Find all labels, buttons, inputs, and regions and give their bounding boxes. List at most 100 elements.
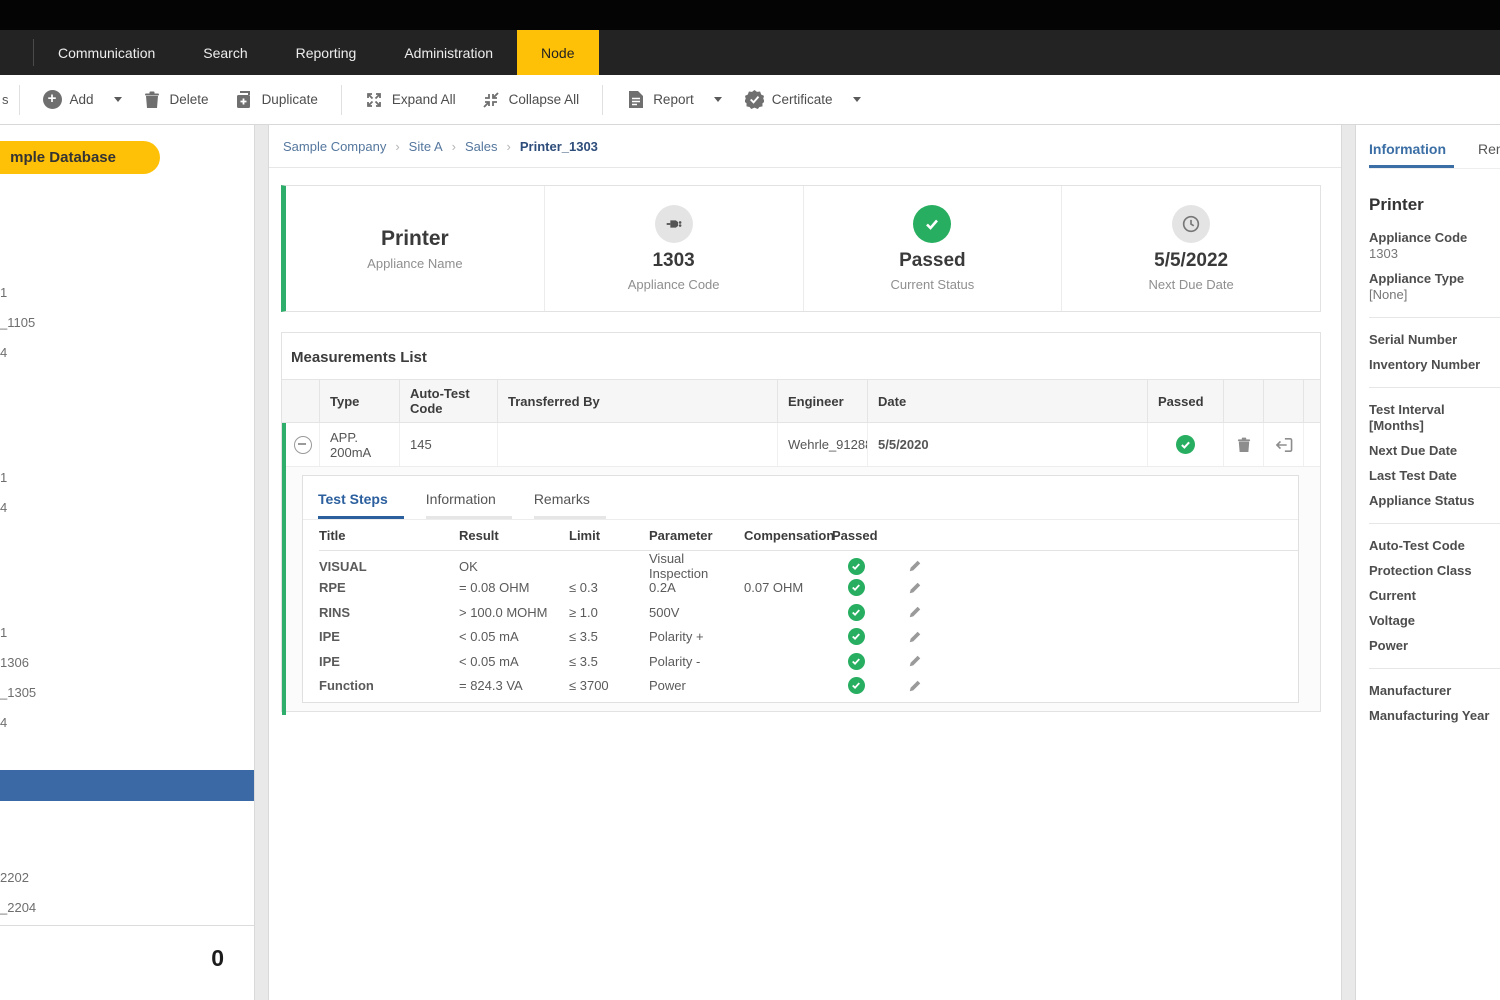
tree-item-selected[interactable]	[0, 770, 254, 801]
measurement-row[interactable]: APP. 200mA 145 Wehrle_91288 5/5/2020	[286, 423, 1320, 467]
nav-tab-communication[interactable]: Communication	[34, 30, 179, 75]
expanded-measurement-group: APP. 200mA 145 Wehrle_91288 5/5/2020 Tes…	[282, 423, 1320, 715]
duplicate-icon	[235, 90, 254, 109]
report-button[interactable]: Report	[613, 75, 707, 125]
edit-step-button[interactable]	[908, 630, 922, 644]
breadcrumb-link-site[interactable]: Site A	[409, 139, 443, 154]
edit-step-button[interactable]	[908, 605, 922, 619]
nav-tab-administration[interactable]: Administration	[380, 30, 517, 75]
tree-item[interactable]: _1105	[0, 315, 35, 330]
step-limit: ≤ 0.3	[569, 580, 649, 595]
col-passed: Passed	[832, 528, 880, 543]
test-steps-table: Title Result Limit Parameter Compensatio…	[303, 520, 1298, 698]
navigation-tree-panel: mple Database 1 _1105 4 1 4 1 1306 _1305…	[0, 125, 255, 1000]
collapse-row-icon[interactable]	[294, 436, 312, 454]
step-title: VISUAL	[319, 559, 459, 574]
tree-item[interactable]: 1	[0, 625, 7, 640]
plug-icon	[655, 205, 693, 243]
tab-test-steps[interactable]: Test Steps	[318, 484, 404, 519]
tree-item[interactable]: 4	[0, 500, 7, 515]
expand-all-button[interactable]: Expand All	[352, 75, 469, 125]
collapse-all-button[interactable]: Collapse All	[469, 75, 593, 125]
app-title-bar	[0, 0, 1500, 30]
side-panel-tabs: Information Remarks	[1369, 135, 1500, 169]
measurements-table-header: Type Auto-Test Code Transferred By Engin…	[282, 379, 1320, 423]
field-label: Power	[1369, 638, 1500, 654]
col-limit: Limit	[569, 528, 649, 543]
step-result: = 824.3 VA	[459, 678, 569, 693]
col-passed: Passed	[1148, 380, 1224, 422]
tree-item[interactable]: _1305	[0, 685, 36, 700]
summary-appliance-code: 1303 Appliance Code	[544, 186, 803, 311]
tree-root-database-pill[interactable]: mple Database	[0, 141, 160, 174]
tree-item[interactable]: 1306	[0, 655, 29, 670]
test-steps-header: Title Result Limit Parameter Compensatio…	[319, 520, 1298, 551]
measurement-auto-test-code: 145	[400, 423, 498, 466]
certificate-dropdown-caret-icon[interactable]	[853, 97, 861, 102]
breadcrumb-separator: ›	[507, 139, 511, 154]
summary-current-status: Passed Current Status	[803, 186, 1062, 311]
edit-step-button[interactable]	[908, 679, 922, 693]
certificate-button[interactable]: Certificate	[732, 75, 846, 125]
duplicate-button[interactable]: Duplicate	[222, 75, 331, 125]
tab-remarks[interactable]: Remarks	[534, 484, 606, 519]
step-compensation: 0.07 OHM	[744, 580, 832, 595]
breadcrumb-link-company[interactable]: Sample Company	[283, 139, 386, 154]
field-label: Manufacturing Year	[1369, 708, 1500, 724]
step-result: > 100.0 MOHM	[459, 605, 569, 620]
col-result: Result	[459, 528, 569, 543]
move-measurement-button[interactable]	[1275, 437, 1293, 453]
tree-footer-divider	[0, 925, 254, 926]
delete-button[interactable]: Delete	[130, 75, 222, 125]
edit-step-button[interactable]	[908, 654, 922, 668]
tree-item[interactable]: _2204	[0, 900, 36, 915]
add-button[interactable]: + Add	[30, 75, 107, 125]
tree-item[interactable]: 2202	[0, 870, 29, 885]
col-type: Type	[320, 380, 400, 422]
breadcrumb-link-sales[interactable]: Sales	[465, 139, 498, 154]
tab-information-side[interactable]: Information	[1369, 135, 1454, 168]
report-dropdown-caret-icon[interactable]	[714, 97, 722, 102]
tree-item[interactable]: 4	[0, 345, 7, 360]
edit-step-button[interactable]	[908, 559, 922, 573]
col-date: Date	[868, 380, 1148, 422]
nav-tab-reporting[interactable]: Reporting	[272, 30, 381, 75]
next-due-date-value: 5/5/2022	[1154, 250, 1228, 272]
step-passed-check-icon	[848, 653, 865, 670]
toolbar-divider	[602, 85, 603, 115]
nav-tab-node[interactable]: Node	[517, 30, 598, 75]
current-status-label: Current Status	[890, 277, 974, 292]
info-group: Serial Number Inventory Number	[1369, 332, 1500, 373]
add-dropdown-caret-icon[interactable]	[114, 97, 122, 102]
measurement-engineer: Wehrle_91288	[778, 423, 868, 466]
step-limit: ≥ 1.0	[569, 605, 649, 620]
delete-measurement-button[interactable]	[1237, 437, 1251, 453]
breadcrumb: Sample Company › Site A › Sales › Printe…	[269, 125, 1341, 168]
step-parameter: Polarity +	[649, 629, 744, 644]
field-value: [None]	[1369, 287, 1500, 303]
info-group: Manufacturer Manufacturing Year	[1369, 683, 1500, 724]
col-spacer	[1304, 380, 1324, 422]
collapse-all-label: Collapse All	[509, 92, 580, 107]
field-label: Inventory Number	[1369, 357, 1500, 373]
tree-item[interactable]: 1	[0, 285, 7, 300]
tab-remarks-side[interactable]: Remarks	[1478, 135, 1500, 168]
measurement-type: APP. 200mA	[320, 423, 400, 466]
edit-step-button[interactable]	[908, 581, 922, 595]
info-group: Appliance Code 1303 Appliance Type [None…	[1369, 230, 1500, 303]
tree-item[interactable]: 4	[0, 715, 7, 730]
tree-item[interactable]: 1	[0, 470, 7, 485]
appliance-summary-card: Printer Appliance Name 1303 Appliance Co…	[281, 185, 1321, 312]
field-label: Last Test Date	[1369, 468, 1500, 484]
passed-check-icon	[1176, 435, 1195, 454]
breadcrumb-separator: ›	[395, 139, 399, 154]
expand-all-label: Expand All	[392, 92, 456, 107]
appliance-name-label: Appliance Name	[367, 256, 462, 271]
summary-next-due-date: 5/5/2022 Next Due Date	[1061, 186, 1320, 311]
field-label: Appliance Status	[1369, 493, 1500, 509]
step-passed-check-icon	[848, 558, 865, 575]
step-title: IPE	[319, 654, 459, 669]
col-parameter: Parameter	[649, 528, 744, 543]
tab-information[interactable]: Information	[426, 484, 512, 519]
nav-tab-search[interactable]: Search	[179, 30, 271, 75]
